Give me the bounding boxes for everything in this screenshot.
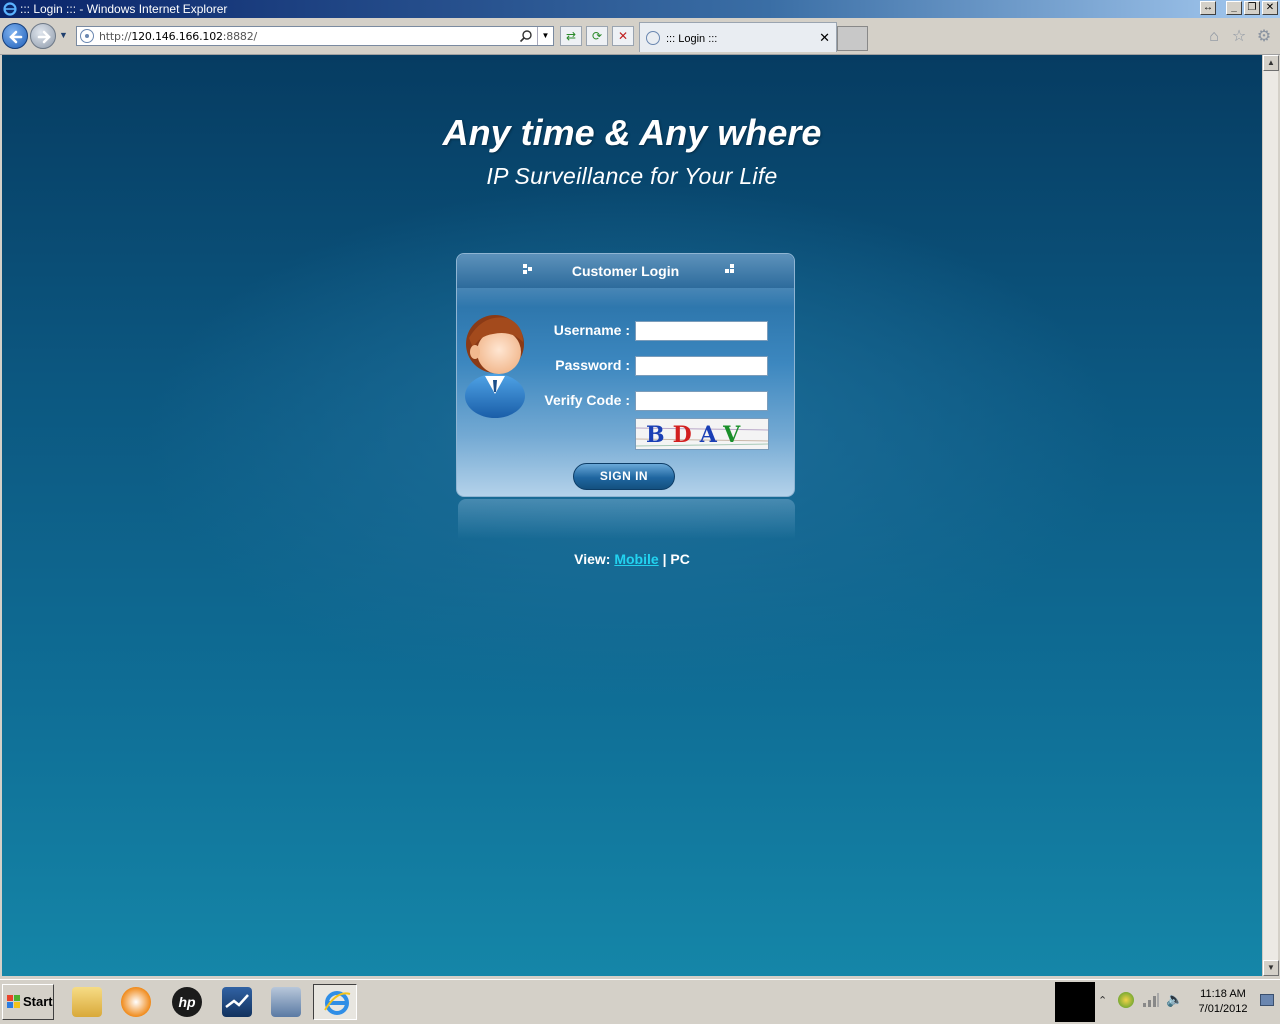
captcha-char: B [646,422,673,448]
address-url[interactable]: http://120.146.166.102:8882/ [99,30,257,43]
browser-toolbar: ▼ http://120.146.166.102:8882/ ▼ ⇄ ⟳ ✕ :… [0,18,1280,55]
panel-reflection [458,499,795,539]
system-clock[interactable]: 11:18 AM 7/01/2012 [1190,987,1256,1017]
taskbar-internet-explorer[interactable] [313,984,357,1020]
windows-flag-icon [7,995,20,1008]
mobile-view-link[interactable]: Mobile [614,551,658,567]
network-settings-icon [271,987,301,1017]
header-decor-right-icon [725,264,735,274]
back-button[interactable] [2,23,28,49]
captcha-char: D [672,422,700,448]
verify-code-label: Verify Code : [544,392,630,408]
clock-time: 11:18 AM [1200,988,1246,1000]
taskbar-network[interactable] [263,984,307,1020]
window-titlebar: ::: Login ::: - Windows Internet Explore… [0,0,1280,18]
tab-close-icon[interactable]: ✕ [819,30,830,46]
captcha-image[interactable]: BDAV [635,418,769,450]
sign-in-button[interactable]: SIGN IN [573,463,675,490]
close-window-button[interactable]: ✕ [1262,1,1278,15]
media-player-icon [121,987,151,1017]
user-avatar-icon [465,315,525,418]
login-title: Customer Login [571,263,680,279]
show-desktop-icon[interactable] [1260,994,1274,1006]
forward-button[interactable] [30,23,56,49]
volume-icon[interactable]: 🔈 [1166,991,1183,1008]
username-label: Username : [553,322,630,338]
maximize-button[interactable]: ❐ [1244,1,1260,15]
compatibility-view-icon[interactable]: ⇄ [560,26,582,46]
new-tab-button[interactable] [837,26,868,51]
history-dropdown-icon[interactable]: ▼ [59,30,71,42]
scroll-up-icon[interactable]: ▲ [1263,55,1279,71]
taskbar-black-box [1055,982,1095,1022]
stop-icon[interactable]: ✕ [612,26,634,46]
show-hidden-icons-icon[interactable]: ⌃ [1098,994,1107,1007]
refresh-icon[interactable]: ⟳ [586,26,608,46]
address-dropdown-icon[interactable]: ▼ [537,27,553,45]
start-button[interactable]: Start [2,984,54,1020]
view-separator: | [662,551,667,567]
tools-gear-icon[interactable]: ⚙ [1255,28,1273,46]
activity-monitor-icon [222,987,252,1017]
back-arrow-icon [9,30,23,44]
minimize-button[interactable]: _ [1226,1,1242,15]
verify-code-input[interactable] [635,391,768,411]
login-panel-header: Customer Login [457,254,794,288]
view-prefix: View: [574,551,611,567]
tab-login[interactable]: ::: Login ::: ✕ [639,22,837,52]
vertical-scrollbar[interactable]: ▲ ▼ [1262,55,1279,976]
taskbar-media-player[interactable] [113,984,157,1020]
taskbar: Start hp ⌃ 🔈 11:18 AM 7/01/2012 [0,979,1280,1024]
taskbar-hp[interactable]: hp [164,984,208,1020]
username-input[interactable] [635,321,768,341]
scroll-down-icon[interactable]: ▼ [1263,960,1279,976]
page-viewport: Any time & Any where IP Surveillance for… [2,55,1262,976]
password-label: Password : [555,357,630,373]
forward-arrow-icon [37,30,51,44]
start-label: Start [23,994,53,1009]
captcha-text: BDAV [646,422,748,448]
captcha-char: V [723,422,749,448]
clock-date: 7/01/2012 [1198,1003,1248,1015]
tab-page-icon [646,31,660,45]
taskbar-monitor[interactable] [214,984,258,1020]
hp-logo-icon: hp [172,987,202,1017]
home-icon[interactable]: ⌂ [1205,28,1223,46]
tab-label: ::: Login ::: [666,33,718,45]
window-resize-button[interactable]: ↔ [1200,1,1216,15]
address-bar[interactable]: http://120.146.166.102:8882/ ▼ [76,26,554,46]
window-title: ::: Login ::: - Windows Internet Explore… [20,2,228,16]
ie-icon [3,2,17,16]
search-icon[interactable] [519,29,533,43]
taskbar-explorer[interactable] [64,984,108,1020]
password-input[interactable] [635,356,768,376]
page-subline: IP Surveillance for Your Life [486,163,778,189]
network-status-icon[interactable] [1118,992,1134,1008]
folder-icon [72,987,102,1017]
signal-bars-icon[interactable] [1142,992,1160,1008]
internet-explorer-icon [324,991,351,1015]
pc-view-label: PC [670,551,690,567]
view-switcher: View: Mobile | PC [2,551,1262,567]
system-tray: ⌃ 🔈 [1098,986,1188,1018]
page-icon [80,29,94,43]
page-headline: Any time & Any where [442,112,822,153]
favorites-star-icon[interactable]: ☆ [1230,28,1248,46]
captcha-char: A [699,422,724,448]
login-panel: Customer Login Username : Password: Ver… [456,253,795,497]
